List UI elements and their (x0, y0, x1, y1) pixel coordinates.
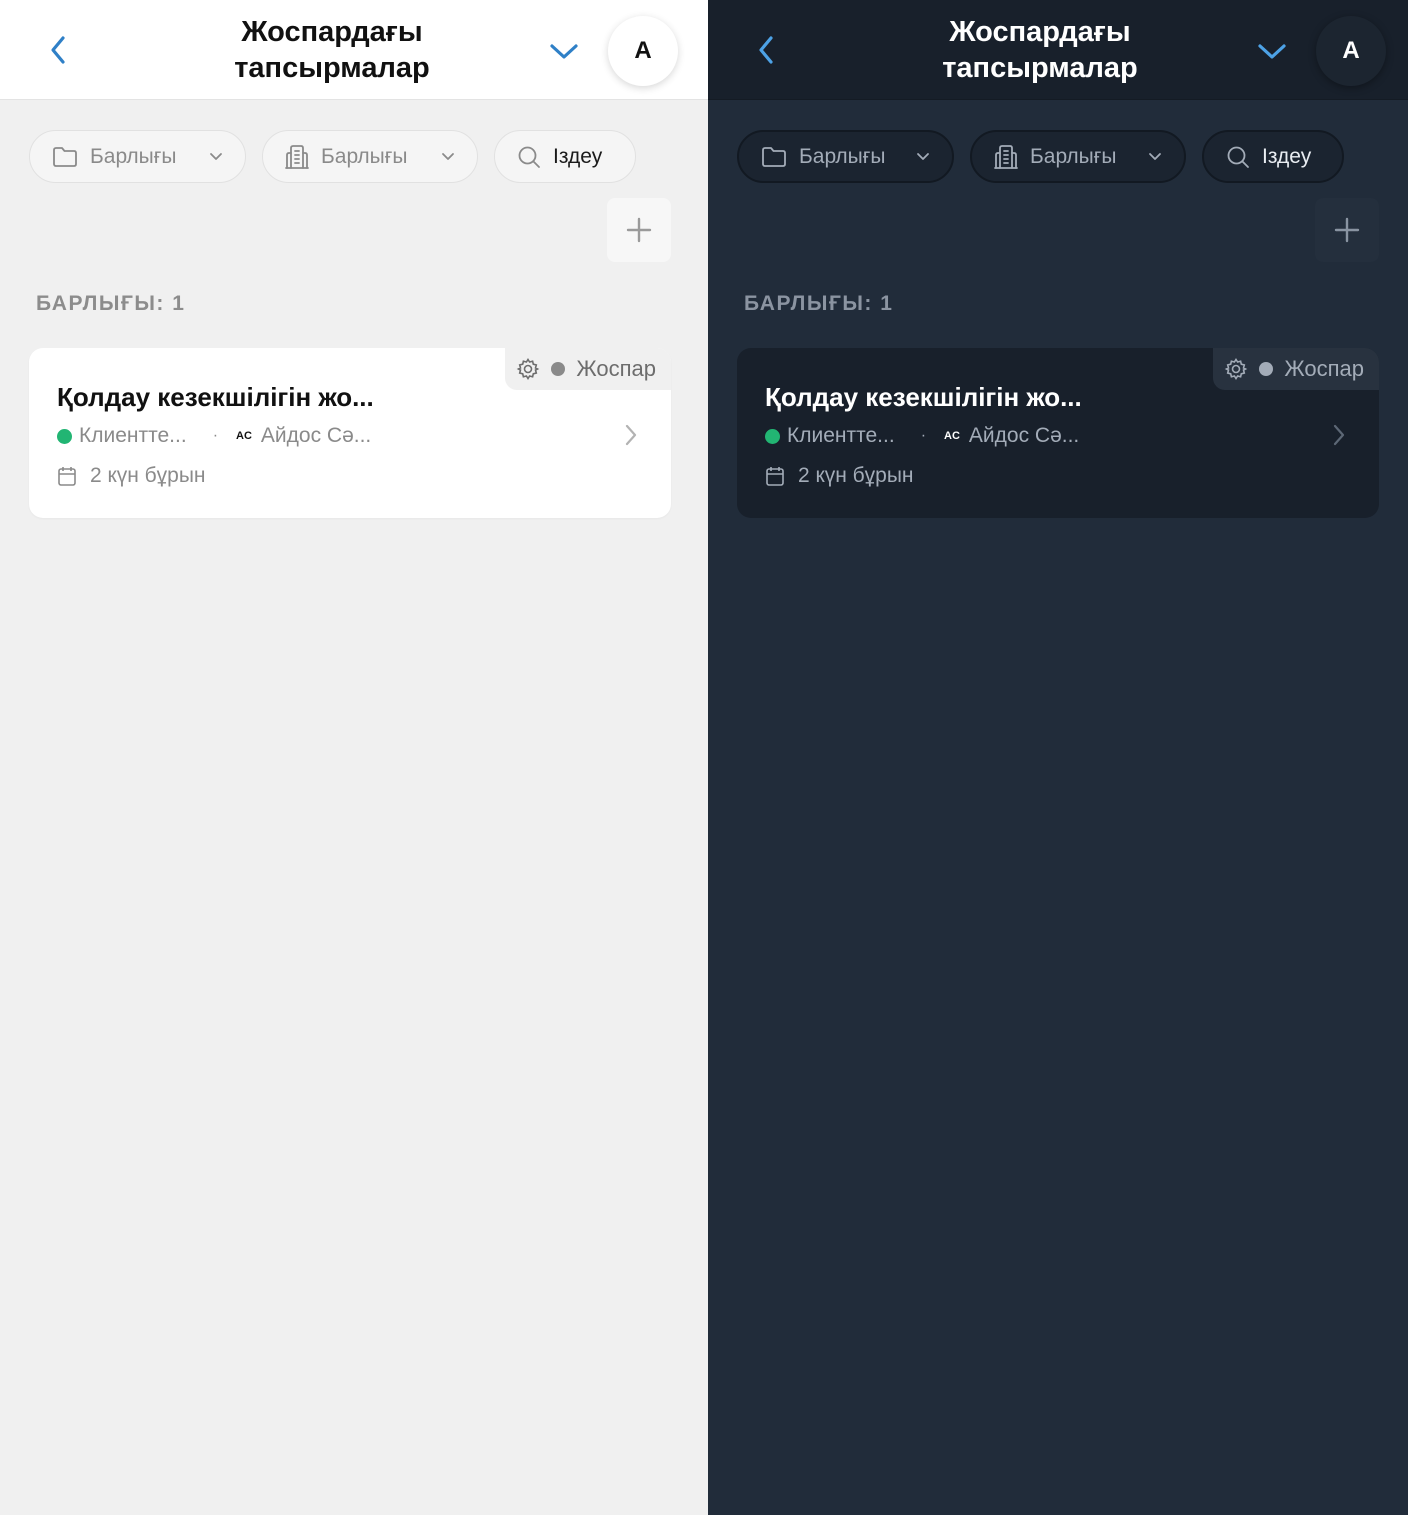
status-dot (1259, 362, 1274, 376)
building-icon (994, 144, 1018, 169)
search-button[interactable]: Іздеу (494, 130, 636, 183)
folder-filter-dropdown[interactable]: Барлығы (737, 130, 954, 183)
back-button[interactable] (44, 32, 72, 68)
chevron-left-icon (759, 36, 773, 64)
task-date-row: 2 күн бұрын (765, 464, 914, 488)
folder-icon (53, 146, 77, 167)
status-badge: Жоспар (505, 348, 671, 390)
status-label: Жоспар (1284, 356, 1364, 381)
search-icon (518, 146, 540, 168)
task-card[interactable]: Жоспар Қолдау кезекшілігін жо... Клиентт… (737, 348, 1379, 518)
assignee: AC Айдос Сә... (236, 424, 371, 448)
add-task-button[interactable] (607, 198, 671, 262)
avatar[interactable]: A (1316, 16, 1386, 86)
task-card[interactable]: Жоспар Қолдау кезекшілігін жо... Клиентт… (29, 348, 671, 518)
avatar[interactable]: A (608, 16, 678, 86)
assignee-initials: AC (944, 430, 960, 442)
page-title: Жоспардағы тапсырмалар (234, 16, 430, 84)
calendar-icon (766, 467, 784, 486)
task-title: Қолдау кезекшілігін жо... (765, 382, 1082, 412)
search-label: Іздеу (1262, 144, 1312, 168)
chevron-right-icon (625, 424, 637, 446)
collapse-button[interactable] (546, 38, 582, 64)
channel-status-dot (765, 428, 780, 444)
folder-filter-label: Барлығы (799, 144, 886, 168)
back-button[interactable] (752, 32, 780, 68)
search-icon (1227, 146, 1249, 168)
channel: Клиентте... (765, 424, 895, 448)
folder-icon (762, 146, 786, 167)
header: Жоспардағы тапсырмалар A (0, 0, 708, 100)
light-theme-screen: Жоспардағы тапсырмалар A Барлығы Барлығы… (0, 0, 708, 1515)
open-task-chevron[interactable] (1327, 420, 1351, 450)
chevron-left-icon (51, 36, 65, 64)
calendar-icon (58, 467, 76, 486)
task-date: 2 күн бұрын (765, 464, 914, 488)
dark-theme-screen: Жоспардағы тапсырмалар A Барлығы Барлығы… (708, 0, 1408, 1515)
plus-icon (1334, 217, 1360, 243)
add-task-button[interactable] (1315, 198, 1379, 262)
chevron-down-icon (442, 152, 454, 160)
building-filter-label: Барлығы (1030, 144, 1117, 168)
collapse-button[interactable] (1254, 38, 1290, 64)
search-button[interactable]: Іздеу (1202, 130, 1344, 183)
open-task-chevron[interactable] (619, 420, 643, 450)
assignee-name: Айдос Сә... (260, 424, 372, 447)
assignee-name: Айдос Сә... (968, 424, 1080, 447)
task-meta-row: Клиентте... · AC Айдос Сә... (57, 424, 371, 448)
status-badge: Жоспар (1213, 348, 1379, 390)
chevron-right-icon (1333, 424, 1345, 446)
building-icon (285, 144, 309, 169)
channel-status-dot (57, 428, 72, 444)
assignee-initials: AC (236, 430, 252, 442)
folder-filter-label: Барлығы (90, 144, 177, 168)
gear-icon (1225, 358, 1248, 380)
status-dot (551, 362, 566, 376)
task-date-label: 2 күн бұрын (798, 464, 914, 487)
status-label: Жоспар (576, 356, 656, 381)
task-date: 2 күн бұрын (57, 464, 206, 488)
gear-icon (517, 358, 540, 380)
filter-bar: Барлығы Барлығы Іздеу (737, 130, 1344, 183)
building-filter-dropdown[interactable]: Барлығы (262, 130, 478, 183)
separator: · (920, 427, 927, 444)
assignee: AC Айдос Сә... (944, 424, 1079, 448)
plus-icon (626, 217, 652, 243)
chevron-down-icon (550, 44, 578, 59)
task-date-row: 2 күн бұрын (57, 464, 206, 488)
building-filter-dropdown[interactable]: Барлығы (970, 130, 1186, 183)
task-title: Қолдау кезекшілігін жо... (57, 382, 374, 412)
building-filter-label: Барлығы (321, 144, 408, 168)
filter-bar: Барлығы Барлығы Іздеу (29, 130, 636, 183)
chevron-down-icon (210, 152, 222, 160)
folder-filter-dropdown[interactable]: Барлығы (29, 130, 246, 183)
search-label: Іздеу (553, 144, 603, 168)
page-title: Жоспардағы тапсырмалар (942, 16, 1138, 84)
chevron-down-icon (1258, 44, 1286, 59)
task-date-label: 2 күн бұрын (90, 464, 206, 487)
channel-label: Клиентте... (787, 424, 895, 447)
chevron-down-icon (917, 152, 929, 160)
separator: · (212, 427, 219, 444)
channel: Клиентте... (57, 424, 187, 448)
task-count-label: БАРЛЫҒЫ: 1 (36, 292, 186, 315)
channel-label: Клиентте... (79, 424, 187, 447)
header: Жоспардағы тапсырмалар A (708, 0, 1408, 100)
task-count-label: БАРЛЫҒЫ: 1 (744, 292, 894, 315)
task-meta-row: Клиентте... · AC Айдос Сә... (765, 424, 1079, 448)
chevron-down-icon (1149, 152, 1161, 160)
